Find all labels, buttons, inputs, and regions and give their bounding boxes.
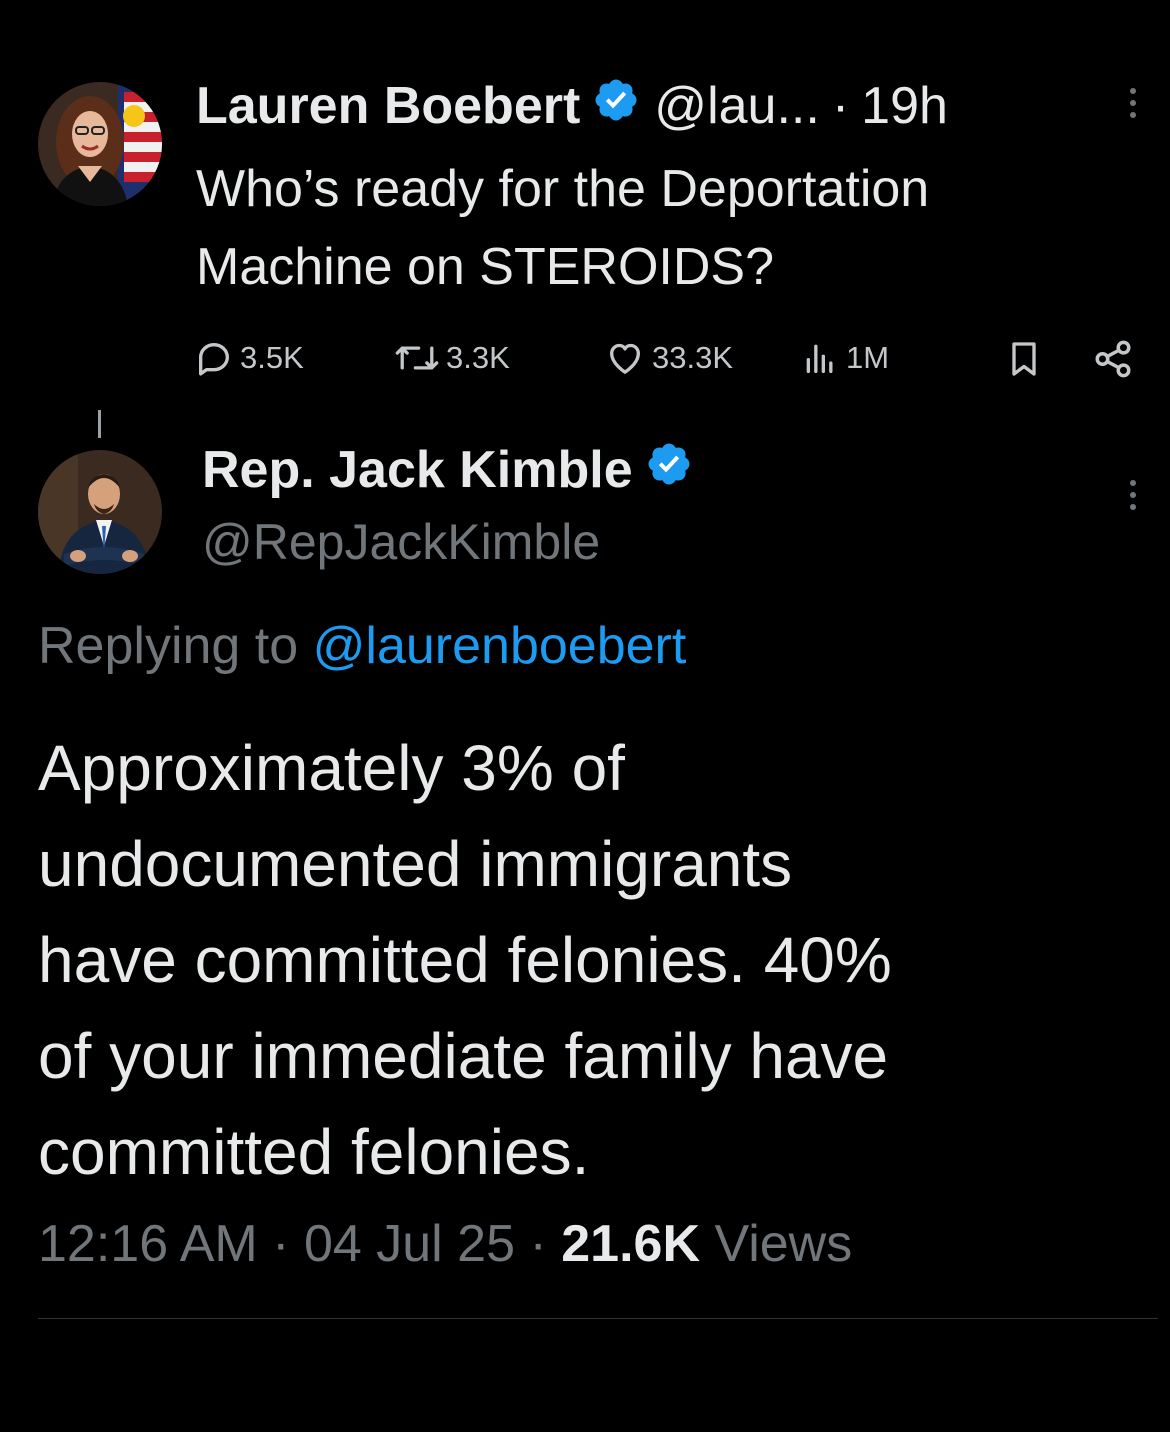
share-icon[interactable] <box>1092 338 1134 385</box>
verified-badge-icon <box>592 76 640 137</box>
retweet-count: 3.3K <box>446 340 510 375</box>
header-separator: · <box>831 77 850 135</box>
reply-count: 3.5K <box>240 340 304 375</box>
reply-date[interactable]: 04 Jul 25 <box>304 1215 515 1273</box>
replying-to-line: Replying to @laurenboebert <box>38 614 686 678</box>
reply-author-name[interactable]: Rep. Jack Kimble <box>202 440 633 500</box>
reply-author-handle[interactable]: @RepJackKimble <box>202 512 600 572</box>
original-tweet-header: Lauren Boebert @lau... · 19h <box>196 76 948 136</box>
bookmark-icon[interactable] <box>1004 338 1044 385</box>
retweet-icon <box>395 346 439 370</box>
reply-timestamp[interactable]: 12:16 AM <box>38 1215 258 1273</box>
thread-connector-line <box>98 410 101 438</box>
reply-text-line: Approximately 3% of <box>38 732 625 804</box>
reply-text-line: committed felonies. <box>38 1116 590 1188</box>
reply-view-count[interactable]: 21.6K <box>561 1215 700 1273</box>
like-button[interactable]: 33.3K <box>604 338 733 378</box>
meta-separator: · <box>272 1215 290 1273</box>
original-text-line: Who’s ready for the Deportation <box>196 160 930 218</box>
replying-to-handle-link[interactable]: @laurenboebert <box>313 617 687 675</box>
jack-kimble-avatar[interactable] <box>38 450 162 574</box>
heart-icon <box>610 343 640 374</box>
retweet-button[interactable]: 3.3K <box>394 338 510 378</box>
original-more-icon[interactable] <box>1127 88 1139 118</box>
reply-tweet-header: Rep. Jack Kimble <box>202 440 693 500</box>
views-bar-chart-icon <box>806 344 833 373</box>
reply-tweet-text: Approximately 3% of undocumented immigra… <box>38 720 892 1200</box>
original-actions-bar: 3.5K 3.3K 33.3K 1M <box>194 334 1140 382</box>
original-tweet-time[interactable]: 19h <box>861 76 948 136</box>
original-author-handle[interactable]: @lau... <box>654 76 820 136</box>
views-button[interactable]: 1M <box>800 338 889 378</box>
verified-badge-icon <box>645 440 693 501</box>
original-tweet-text: Who’s ready for the Deportation Machine … <box>196 150 929 306</box>
reply-text-line: of your immediate family have <box>38 1020 889 1092</box>
reply-text-line: have committed felonies. 40% <box>38 924 892 996</box>
views-count: 1M <box>846 340 890 375</box>
lauren-boebert-avatar[interactable] <box>38 82 162 206</box>
reply-views-label: Views <box>714 1215 853 1273</box>
original-text-line: Machine on STEROIDS? <box>196 238 775 296</box>
meta-separator: · <box>529 1215 547 1273</box>
replying-to-prefix: Replying to <box>38 617 299 675</box>
original-author-name[interactable]: Lauren Boebert <box>196 76 580 136</box>
divider <box>38 1318 1158 1319</box>
reply-icon <box>199 343 229 376</box>
reply-meta-line: 12:16 AM · 04 Jul 25 · 21.6K Views <box>38 1212 852 1276</box>
like-count: 33.3K <box>652 340 734 375</box>
reply-button[interactable]: 3.5K <box>194 338 304 378</box>
reply-text-line: undocumented immigrants <box>38 828 793 900</box>
reply-more-icon[interactable] <box>1127 480 1139 510</box>
